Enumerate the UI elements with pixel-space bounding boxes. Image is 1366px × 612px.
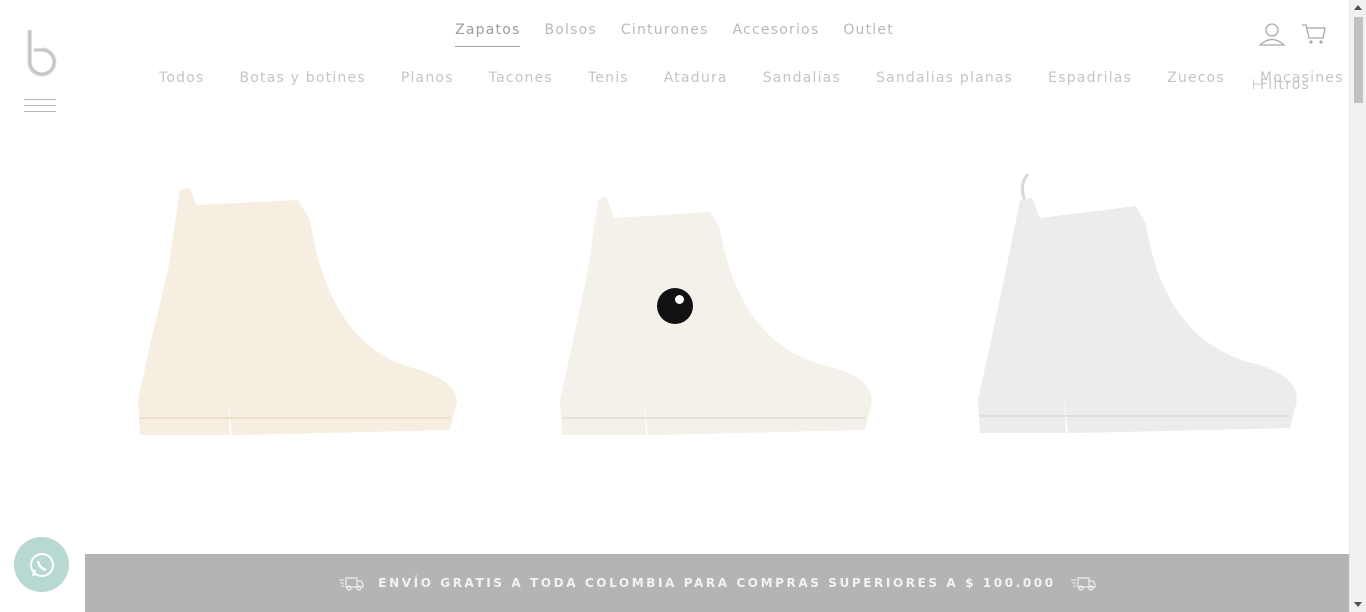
sub-nav-tacones[interactable]: Tacones [489,70,553,86]
shipping-banner: ENVÍO GRATIS A TODA COLOMBIA PARA COMPRA… [85,554,1349,612]
top-nav-cinturones[interactable]: Cinturones [621,22,709,47]
loading-spinner [657,288,693,324]
product-card[interactable] [540,160,900,460]
header-icons [1258,22,1328,46]
shipping-banner-text: ENVÍO GRATIS A TODA COLOMBIA PARA COMPRA… [378,576,1056,590]
product-grid [110,160,1330,460]
top-nav-bolsos[interactable]: Bolsos [544,22,596,47]
top-nav-outlet[interactable]: Outlet [843,22,894,47]
product-image-boot [978,172,1297,433]
sub-nav-atadura[interactable]: Atadura [664,70,728,86]
top-nav-zapatos[interactable]: Zapatos [455,22,521,47]
product-card[interactable] [120,160,480,460]
product-image-boot [138,188,457,435]
truck-icon [1070,577,1096,591]
category-sub-nav: Todos Botas y botines Planos Tacones Ten… [159,70,1366,86]
hamburger-menu-icon[interactable] [24,99,56,115]
vertical-scrollbar[interactable] [1349,0,1366,612]
whatsapp-icon [29,552,54,577]
filter-icon: ⊢ [1252,77,1266,93]
product-card[interactable] [960,160,1320,460]
cart-icon[interactable] [1300,22,1328,46]
scrollbar-thumb[interactable] [1354,17,1363,103]
sub-nav-sandalias[interactable]: Sandalias [763,70,841,86]
sub-nav-todos[interactable]: Todos [159,70,204,86]
sub-nav-espadrilas[interactable]: Espadrilas [1048,70,1132,86]
product-image-boot [560,196,872,435]
scroll-up-arrow-icon[interactable] [1354,5,1362,10]
sub-nav-botas-y-botines[interactable]: Botas y botines [239,70,365,86]
truck-icon [339,577,364,591]
filters-button[interactable]: ⊢Filtros [1252,77,1310,93]
whatsapp-button[interactable] [14,537,69,592]
sub-nav-planos[interactable]: Planos [401,70,454,86]
sub-nav-sandalias-planas[interactable]: Sandalias planas [876,70,1013,86]
left-rail [0,0,85,612]
sub-nav-zuecos[interactable]: Zuecos [1167,70,1225,86]
user-icon[interactable] [1258,22,1286,46]
sub-nav-tenis[interactable]: Tenis [588,70,629,86]
top-nav-accesorios[interactable]: Accesorios [733,22,820,47]
scroll-down-arrow-icon[interactable] [1354,602,1362,607]
top-nav: Zapatos Bolsos Cinturones Accesorios Out… [0,22,1349,47]
filters-label: Filtros [1260,77,1311,93]
